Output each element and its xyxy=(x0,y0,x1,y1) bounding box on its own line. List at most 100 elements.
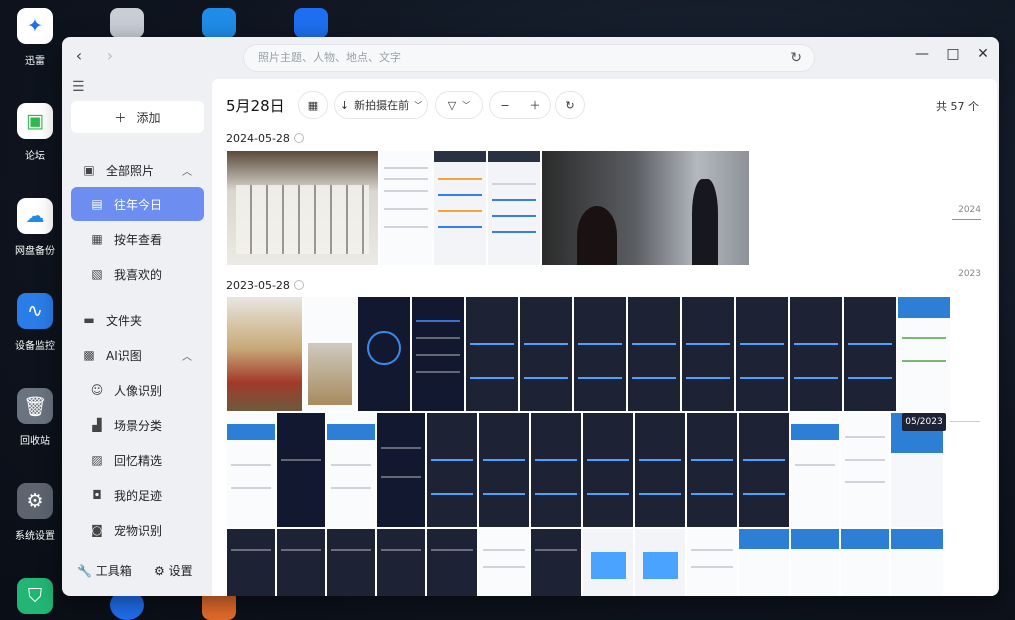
sidebar-item-folders[interactable]: ▬ 文件夹 xyxy=(71,303,204,337)
group-date-text: 2024-05-28 xyxy=(226,132,290,145)
photo-thumbnail[interactable] xyxy=(412,297,464,411)
photo-thumbnail[interactable] xyxy=(891,529,943,596)
sidebar-item-memories[interactable]: ▨ 回忆精选 xyxy=(71,443,204,477)
photo-thumbnail[interactable] xyxy=(841,413,889,527)
photo-thumbnail[interactable] xyxy=(479,529,529,596)
photo-thumbnail[interactable] xyxy=(791,413,839,527)
photo-thumbnail[interactable] xyxy=(736,297,788,411)
desktop-icon-recycle-bin[interactable]: 🗑 回收站 xyxy=(0,388,70,447)
close-button[interactable]: ✕ xyxy=(973,43,993,65)
photo-thumbnail[interactable] xyxy=(434,151,486,265)
sidebar-item-pet-recognition[interactable]: ◙ 宠物识别 xyxy=(71,513,204,547)
sidebar-item-face-recognition[interactable]: ☺ 人像识别 xyxy=(71,373,204,407)
cloud-upload-icon: ☁ xyxy=(17,198,53,234)
select-group-checkbox[interactable] xyxy=(293,280,304,290)
sort-dropdown[interactable]: ↓ 新拍摄在前 ﹀ xyxy=(334,91,428,119)
add-button[interactable]: ＋ 添加 xyxy=(71,101,204,133)
sidebar-item-all-photos[interactable]: ▣ 全部照片 ︿ xyxy=(71,153,204,187)
photo-thumbnail[interactable] xyxy=(327,529,375,596)
maximize-button[interactable]: □ xyxy=(943,43,963,65)
photo-thumbnail[interactable] xyxy=(327,413,375,527)
select-group-checkbox[interactable] xyxy=(293,133,304,143)
chevron-up-icon[interactable]: ︿ xyxy=(182,163,192,178)
photo-thumbnail[interactable] xyxy=(687,413,737,527)
photo-thumbnail[interactable] xyxy=(687,529,737,596)
photo-thumbnail[interactable] xyxy=(358,297,410,411)
photo-thumbnail[interactable] xyxy=(227,529,275,596)
minimize-button[interactable]: — xyxy=(912,43,932,65)
photo-thumbnail[interactable] xyxy=(583,413,633,527)
calendar-grid-icon: ▦ xyxy=(91,232,103,246)
chevron-up-icon[interactable]: ︿ xyxy=(182,348,192,363)
photo-thumbnail[interactable] xyxy=(628,297,680,411)
photo-thumbnail[interactable] xyxy=(739,529,789,596)
refresh-icon: ↻ xyxy=(565,98,575,112)
photo-thumbnail[interactable] xyxy=(841,529,889,596)
photo-thumbnail[interactable] xyxy=(227,413,275,527)
photo-thumbnail[interactable] xyxy=(790,297,842,411)
photo-thumbnail[interactable] xyxy=(542,151,749,265)
back-button[interactable]: ‹ xyxy=(67,43,91,67)
filter-dropdown[interactable]: ▽ ﹀ xyxy=(435,91,483,119)
toolbox-button[interactable]: 🔧 工具箱 xyxy=(77,562,132,579)
photo-thumbnail[interactable] xyxy=(277,529,325,596)
photo-thumbnail[interactable] xyxy=(488,151,540,265)
photo-thumbnail[interactable] xyxy=(520,297,572,411)
photo-thumbnail[interactable] xyxy=(844,297,896,411)
photo-thumbnail[interactable] xyxy=(635,529,685,596)
desktop-icon-transfer[interactable] xyxy=(202,8,236,38)
photo-thumbnail[interactable] xyxy=(377,413,425,527)
timeline-year-2023[interactable]: 2023 xyxy=(958,269,981,279)
photo-thumbnail[interactable] xyxy=(479,413,529,527)
settings-button[interactable]: ⚙ 设置 xyxy=(154,562,193,579)
photo-thumbnail[interactable] xyxy=(739,413,789,527)
search-input[interactable] xyxy=(258,51,759,64)
zoom-out-button[interactable]: − xyxy=(490,99,520,112)
photo-thumbnail[interactable] xyxy=(304,297,356,411)
forward-button[interactable]: › xyxy=(98,43,122,67)
collapse-sidebar-icon[interactable]: ☰ xyxy=(72,79,85,95)
calendar-button[interactable]: ▦ xyxy=(298,91,328,119)
sidebar-item-favorites[interactable]: ▧ 我喜欢的 xyxy=(71,257,204,291)
sidebar-item-footprints[interactable]: ◘ 我的足迹 xyxy=(71,478,204,512)
photo-thumbnail[interactable] xyxy=(531,413,581,527)
timeline-year-2024[interactable]: 2024 xyxy=(958,205,981,215)
sidebar-item-ai-recognition[interactable]: ▩ AI识图 ︿ xyxy=(71,338,204,372)
desktop-icon-xunlei[interactable]: ✦ 迅雷 xyxy=(0,8,70,67)
desktop-icon-system-settings[interactable]: ⚙ 系统设置 xyxy=(0,483,70,542)
photo-thumbnail[interactable] xyxy=(427,529,477,596)
timeline-scrub-line[interactable] xyxy=(950,421,980,422)
folder-icon: ▬ xyxy=(83,313,95,327)
photo-thumbnail[interactable] xyxy=(227,297,302,411)
search-bar[interactable]: ↻ xyxy=(243,44,815,72)
photo-thumbnail[interactable] xyxy=(227,151,378,265)
photo-thumbnail[interactable] xyxy=(466,297,518,411)
zoom-in-button[interactable]: ＋ xyxy=(520,97,550,113)
desktop-icon-cloud-backup[interactable]: ☁ 网盘备份 xyxy=(0,198,70,257)
photo-thumbnail[interactable] xyxy=(574,297,626,411)
sidebar-item-by-year[interactable]: ▦ 按年查看 xyxy=(71,222,204,256)
photo-thumbnail[interactable] xyxy=(583,529,633,596)
photo-thumbnail[interactable] xyxy=(791,529,839,596)
photos-icon: ▣ xyxy=(83,163,95,177)
group-date-label: 2023-05-28 xyxy=(226,279,304,292)
desktop-icon-thunder[interactable] xyxy=(294,8,328,38)
photo-thumbnail[interactable] xyxy=(377,529,425,596)
desktop-icon-forum[interactable]: ▣ 论坛 xyxy=(0,103,70,162)
sidebar-item-on-this-day[interactable]: ▤ 往年今日 xyxy=(71,187,204,221)
pet-icon: ◙ xyxy=(91,523,103,537)
refresh-search-icon[interactable]: ↻ xyxy=(790,45,802,71)
desktop-icon-device-monitor[interactable]: ∿ 设备监控 xyxy=(0,293,70,352)
photo-thumbnail[interactable] xyxy=(277,413,325,527)
group-date-label: 2024-05-28 xyxy=(226,132,304,145)
photo-thumbnail[interactable] xyxy=(635,413,685,527)
sidebar-item-scene-classification[interactable]: ▟ 场景分类 xyxy=(71,408,204,442)
photo-thumbnail[interactable] xyxy=(898,297,950,411)
desktop-icon-disk[interactable] xyxy=(110,8,144,38)
photo-thumbnail[interactable] xyxy=(531,529,581,596)
photo-thumbnail[interactable] xyxy=(380,151,432,265)
refresh-button[interactable]: ↻ xyxy=(555,91,585,119)
photo-thumbnail[interactable] xyxy=(427,413,477,527)
desktop-icon-shield[interactable]: ⛉ xyxy=(0,578,70,614)
photo-thumbnail[interactable] xyxy=(682,297,734,411)
